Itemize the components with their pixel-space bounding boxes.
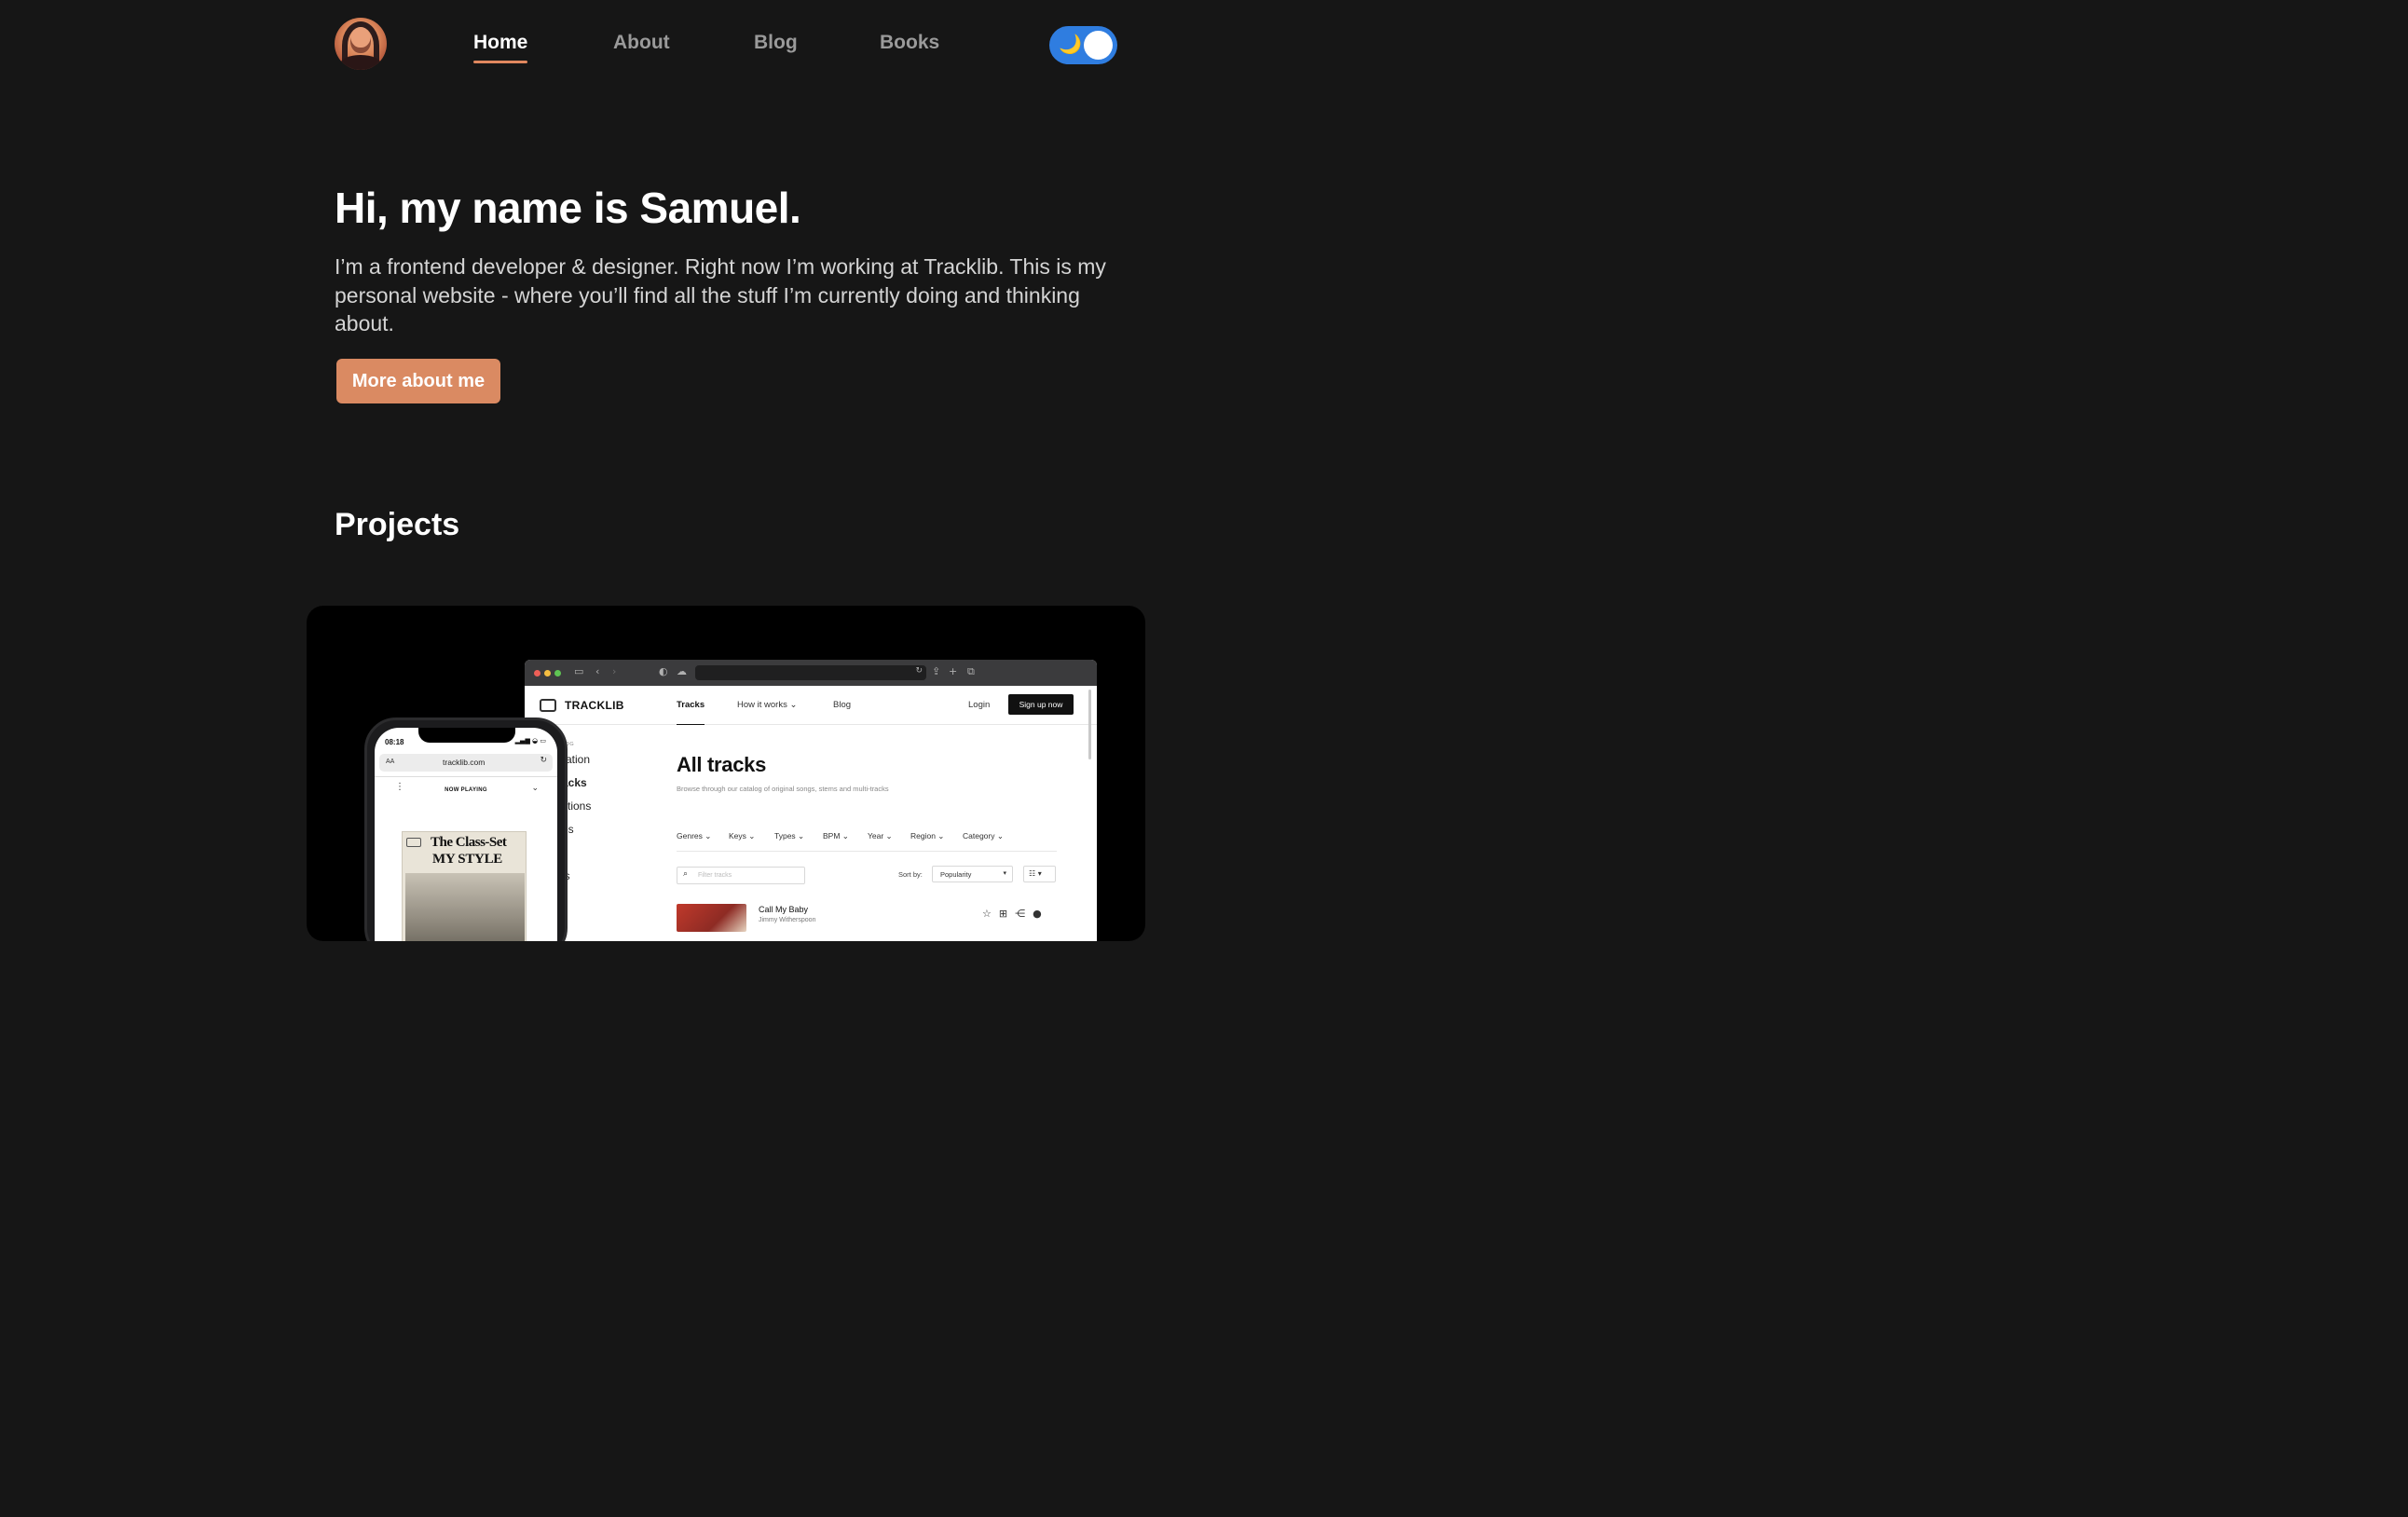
moon-icon: 🌙 bbox=[1059, 34, 1082, 55]
sort-by-label: Sort by: bbox=[898, 870, 923, 879]
projects-heading: Projects bbox=[335, 507, 460, 542]
browser-url-bar: ↻ bbox=[695, 665, 926, 680]
search-icon: ⌕ bbox=[683, 869, 689, 879]
tabs-icon: ⧉ bbox=[967, 665, 975, 677]
more-about-me-button[interactable]: More about me bbox=[336, 359, 500, 403]
caret-down-icon: ▾ bbox=[1003, 870, 1006, 877]
reload-icon: ↻ bbox=[540, 756, 547, 765]
cloud-icon: ☁ bbox=[677, 665, 687, 677]
nav-link-home[interactable]: Home bbox=[473, 32, 527, 54]
album-title-line2: MY STYLE bbox=[432, 852, 502, 867]
filter-category: Category ⌄ bbox=[963, 831, 1004, 840]
hero-title: Hi, my name is Samuel. bbox=[335, 184, 801, 232]
page: Home About Blog Books 🌙 Hi, my name is S… bbox=[0, 0, 1461, 941]
album-photo bbox=[405, 873, 525, 941]
phone-divider bbox=[375, 776, 557, 777]
minimize-dot-icon bbox=[544, 670, 551, 676]
reload-icon: ↻ bbox=[915, 666, 923, 676]
track-action-icons: ☆⊞⋲● bbox=[982, 908, 1049, 920]
nav-link-blog[interactable]: Blog bbox=[754, 32, 798, 54]
browser-mockup: ▭ ‹ › ◐ ☁ ↻ ⇪ + ⧉ TRACKLIB Tracks How it… bbox=[525, 660, 1097, 941]
view-mode-select: ☷ ▾ bbox=[1023, 866, 1056, 882]
sort-select: Popularity ▾ bbox=[932, 866, 1013, 882]
site-nav-tracks: Tracks bbox=[677, 700, 705, 710]
all-tracks-subheading: Browse through our catalog of original s… bbox=[677, 785, 889, 793]
project-card-tracklib[interactable]: ▭ ‹ › ◐ ☁ ↻ ⇪ + ⧉ TRACKLIB Tracks How it… bbox=[307, 606, 1145, 941]
all-tracks-heading: All tracks bbox=[677, 753, 767, 776]
filter-types: Types ⌄ bbox=[774, 831, 805, 840]
new-tab-icon: + bbox=[949, 665, 958, 677]
avatar-body bbox=[340, 55, 381, 70]
filter-keys: Keys ⌄ bbox=[729, 831, 756, 840]
nav-active-underline bbox=[473, 61, 527, 63]
phone-url-bar: AA tracklib.com ↻ bbox=[379, 754, 553, 772]
track-artist: Jimmy Witherspoon bbox=[759, 917, 816, 923]
filter-tracks-placeholder: Filter tracks bbox=[698, 872, 732, 879]
filter-genres: Genres ⌄ bbox=[677, 831, 712, 840]
forward-icon: › bbox=[612, 665, 617, 677]
site-nav-blog: Blog bbox=[833, 700, 852, 710]
browser-scrollbar bbox=[1088, 690, 1091, 759]
browser-toolbar: ▭ ‹ › ◐ ☁ ↻ ⇪ + ⧉ bbox=[525, 660, 1097, 686]
sort-value: Popularity bbox=[940, 870, 972, 879]
site-nav-how-it-works: How it works ⌄ bbox=[737, 700, 798, 710]
filter-tracks-input: ⌕ Filter tracks bbox=[677, 867, 805, 884]
phone-screen: 08:18 ▂▄▆ ◒ ▭ AA tracklib.com ↻ ⋮ NOW PL… bbox=[375, 728, 557, 941]
phone-time: 08:18 bbox=[385, 738, 404, 746]
maximize-dot-icon bbox=[554, 670, 561, 676]
tracklib-logo-icon bbox=[540, 699, 556, 712]
now-playing-label: NOW PLAYING bbox=[445, 787, 487, 793]
track-thumbnail bbox=[677, 904, 746, 932]
filter-bpm: BPM ⌄ bbox=[823, 831, 849, 840]
site-signup-button: Sign up now bbox=[1008, 694, 1074, 715]
phone-aa: AA bbox=[386, 758, 395, 765]
sidebar-icon: ▭ bbox=[574, 665, 584, 677]
phone-notch bbox=[418, 728, 515, 743]
phone-domain: tracklib.com bbox=[443, 758, 486, 767]
hero-intro: I’m a frontend developer & designer. Rig… bbox=[335, 254, 1106, 335]
album-badge bbox=[406, 838, 421, 847]
theme-toggle[interactable]: 🌙 bbox=[1049, 26, 1117, 64]
nav-link-books[interactable]: Books bbox=[880, 32, 939, 54]
album-cover: The Class-Set MY STYLE bbox=[402, 831, 527, 941]
phone-status-icons: ▂▄▆ ◒ ▭ bbox=[514, 737, 546, 745]
avatar[interactable] bbox=[335, 18, 387, 70]
tracklib-site-nav: TRACKLIB Tracks How it works ⌄ Blog Logi… bbox=[525, 686, 1097, 725]
filter-divider bbox=[677, 851, 1057, 852]
site-nav-underline bbox=[677, 724, 705, 725]
site-login: Login bbox=[968, 700, 991, 710]
tracklib-logo-text: TRACKLIB bbox=[565, 699, 624, 712]
nav-link-about[interactable]: About bbox=[613, 32, 670, 54]
top-nav: Home About Blog Books 🌙 bbox=[0, 0, 1461, 93]
track-title: Call My Baby bbox=[759, 905, 809, 914]
filter-region: Region ⌄ bbox=[910, 831, 945, 840]
avatar-face bbox=[350, 27, 371, 53]
list-view-icon: ☷ ▾ bbox=[1029, 869, 1042, 878]
toggle-knob bbox=[1084, 31, 1113, 60]
share-icon: ⇪ bbox=[932, 665, 941, 677]
collapse-chevron-icon: ⌄ bbox=[531, 784, 539, 793]
album-title-line1: The Class-Set bbox=[431, 835, 507, 850]
phone-mockup: 08:18 ▂▄▆ ◒ ▭ AA tracklib.com ↻ ⋮ NOW PL… bbox=[364, 718, 568, 941]
privacy-icon: ◐ bbox=[659, 665, 668, 677]
filter-year: Year ⌄ bbox=[868, 831, 893, 840]
close-dot-icon bbox=[534, 670, 540, 676]
back-icon: ‹ bbox=[595, 665, 600, 677]
